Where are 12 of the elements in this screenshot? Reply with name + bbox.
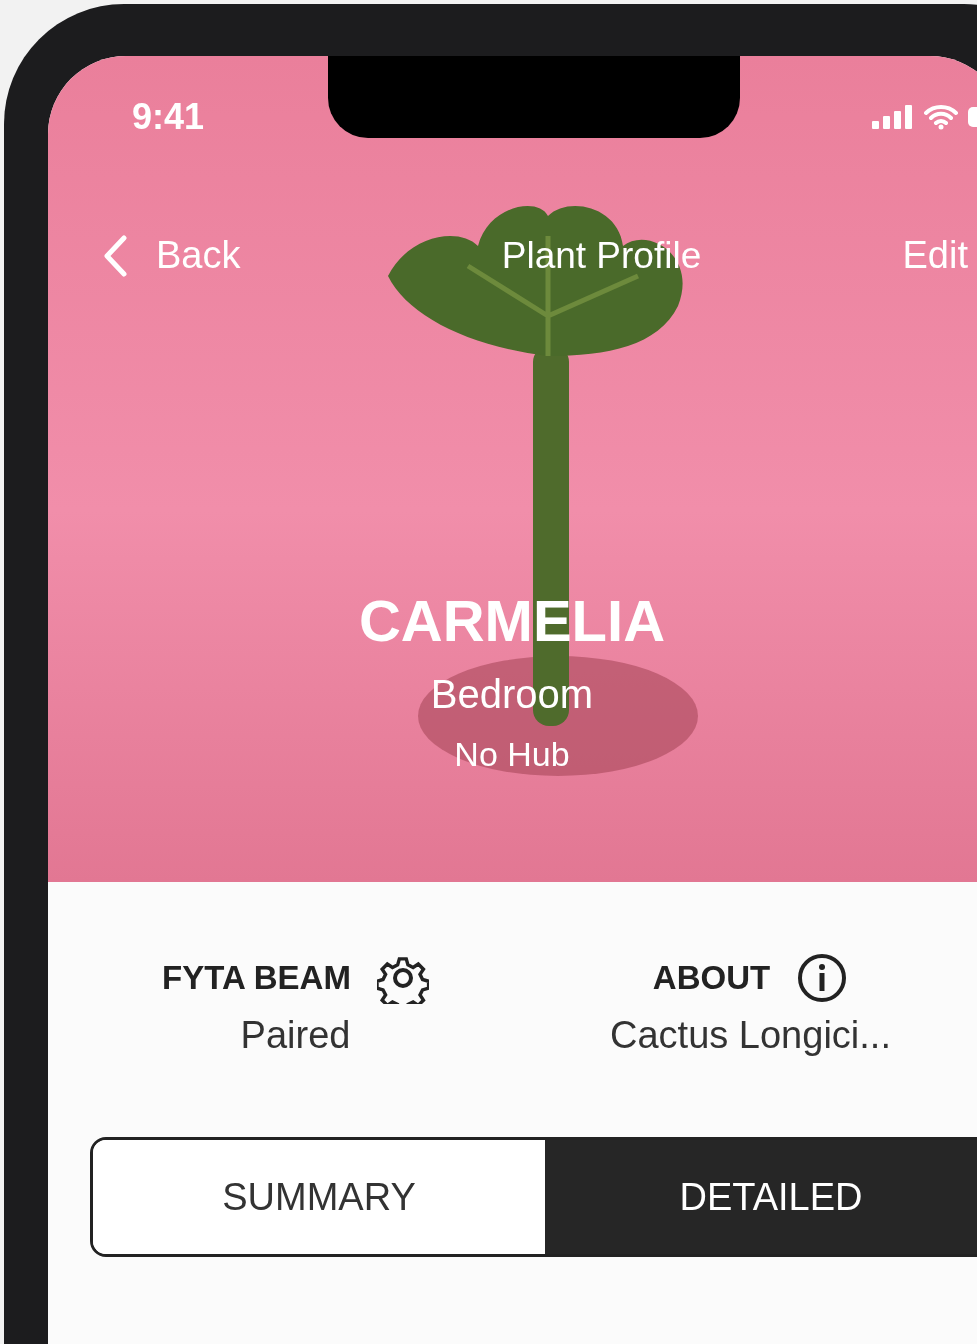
section-label: ABOUT bbox=[652, 959, 771, 997]
signal-icon bbox=[872, 105, 914, 129]
chevron-left-icon bbox=[102, 234, 128, 277]
view-tab[interactable]: SUMMARY bbox=[93, 1140, 545, 1254]
section-value: Cactus Longici... bbox=[610, 1014, 891, 1057]
wifi-icon bbox=[924, 104, 958, 130]
info-icon[interactable] bbox=[796, 952, 849, 1004]
section-value: Paired bbox=[240, 1014, 351, 1057]
hub-status: No Hub bbox=[454, 735, 570, 774]
section-label: FYTA BEAM bbox=[162, 959, 351, 997]
status-time: 9:41 bbox=[132, 96, 205, 138]
view-tab[interactable]: DETAILED bbox=[545, 1140, 977, 1254]
